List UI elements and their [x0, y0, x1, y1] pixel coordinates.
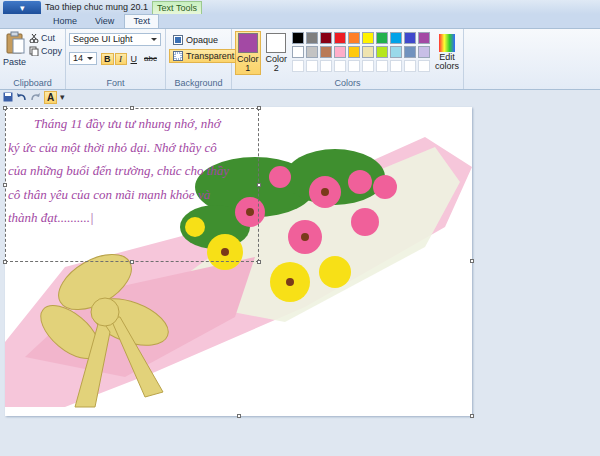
- text-box-handle[interactable]: [257, 260, 261, 264]
- palette-color[interactable]: [334, 46, 346, 58]
- text-box-handle[interactable]: [257, 106, 261, 110]
- empty-color-slot[interactable]: [306, 60, 318, 72]
- palette-color[interactable]: [334, 32, 346, 44]
- redo-icon: [30, 92, 41, 102]
- colors-group: Color 1Color 2 Edit colors Colors: [232, 29, 464, 89]
- palette-color[interactable]: [348, 46, 360, 58]
- cut-button[interactable]: Cut: [29, 33, 62, 43]
- dropdown-arrow-icon: [151, 38, 157, 41]
- palette-color[interactable]: [320, 32, 332, 44]
- canvas-resize-handle[interactable]: [237, 414, 241, 418]
- palette-color[interactable]: [390, 32, 402, 44]
- text-box-handle[interactable]: [3, 106, 7, 110]
- palette-color[interactable]: [362, 46, 374, 58]
- save-icon: [3, 92, 13, 102]
- clipboard-icon: [4, 31, 26, 55]
- text-line: của những buổi đến trường, chúc cho thầy: [8, 159, 256, 183]
- color-spectrum-icon: [438, 33, 456, 53]
- group-label: Background: [169, 78, 228, 89]
- font-style-button[interactable]: I: [115, 53, 127, 65]
- color-swatch: [266, 33, 286, 53]
- palette-color[interactable]: [306, 46, 318, 58]
- palette-color[interactable]: [404, 46, 416, 58]
- font-family-field[interactable]: Segoe UI Light: [69, 33, 161, 46]
- drawing-canvas[interactable]: Tháng 11 đầy ưu tư nhung nhớ, nhớký ức c…: [5, 107, 472, 416]
- empty-color-slot[interactable]: [362, 60, 374, 72]
- opaque-icon: [173, 35, 183, 45]
- font-style-button[interactable]: abc: [141, 53, 160, 65]
- text-line: ký ức của một thời nhỏ dại. Nhớ thầy cô: [8, 136, 256, 160]
- customize-button[interactable]: ▾: [60, 92, 65, 102]
- palette-color[interactable]: [292, 32, 304, 44]
- color-slot[interactable]: Color 1: [235, 31, 261, 75]
- app-menu-button[interactable]: ▾: [3, 1, 41, 14]
- color-slot[interactable]: Color 2: [264, 31, 290, 75]
- ribbon-tab[interactable]: Home: [45, 15, 85, 28]
- ribbon-tab[interactable]: Text: [124, 14, 159, 28]
- palette-color[interactable]: [306, 32, 318, 44]
- text-line: cô thân yêu của con mãi mạnh khỏe và: [8, 183, 256, 207]
- empty-color-slot[interactable]: [348, 60, 360, 72]
- empty-color-slot[interactable]: [404, 60, 416, 72]
- empty-color-slot[interactable]: [390, 60, 402, 72]
- palette-color[interactable]: [292, 46, 304, 58]
- text-box-handle[interactable]: [3, 260, 7, 264]
- text-tool-button[interactable]: A: [44, 91, 57, 104]
- empty-color-slot[interactable]: [292, 60, 304, 72]
- text-box-handle[interactable]: [130, 260, 134, 264]
- canvas-resize-handle[interactable]: [470, 259, 474, 263]
- background-group: OpaqueTransparentBackground: [166, 29, 232, 89]
- palette-color[interactable]: [376, 46, 388, 58]
- ribbon: PasteCut Copy Clipboard Segoe UI Light 14 BIU…: [0, 28, 600, 90]
- dropdown-arrow-icon: [87, 57, 93, 60]
- text-box-handle[interactable]: [257, 183, 261, 187]
- transparent-icon: [173, 51, 183, 61]
- quick-access-toolbar: A▾: [0, 90, 600, 104]
- undo-icon: [16, 92, 27, 102]
- palette-color[interactable]: [418, 46, 430, 58]
- copy-icon: [29, 46, 39, 56]
- palette-color[interactable]: [390, 46, 402, 58]
- background-option[interactable]: Opaque: [169, 33, 238, 47]
- background-option[interactable]: Transparent: [169, 49, 238, 63]
- title-bar: ▾ Tao thiep chuc mung 20.1 Text Tools: [0, 0, 600, 14]
- palette-color[interactable]: [362, 32, 374, 44]
- font-style-button[interactable]: B: [101, 53, 114, 65]
- empty-color-slot[interactable]: [334, 60, 346, 72]
- text-box-handle[interactable]: [130, 106, 134, 110]
- canvas-resize-handle[interactable]: [470, 414, 474, 418]
- font-style-button[interactable]: U: [128, 53, 141, 65]
- empty-color-slot[interactable]: [320, 60, 332, 72]
- scissors-icon: [29, 33, 39, 43]
- window-title: Tao thiep chuc mung 20.1: [45, 1, 148, 14]
- empty-color-slot[interactable]: [418, 60, 430, 72]
- ribbon-tabs: HomeViewText: [0, 14, 600, 28]
- font-group: Segoe UI Light 14 BIUabc Font: [66, 29, 166, 89]
- text-line: Tháng 11 đầy ưu tư nhung nhớ, nhớ: [8, 112, 256, 136]
- copy-button[interactable]: Copy: [29, 46, 62, 56]
- palette-color[interactable]: [348, 32, 360, 44]
- ribbon-tab[interactable]: View: [87, 15, 122, 28]
- palette-color[interactable]: [404, 32, 416, 44]
- palette-color[interactable]: [320, 46, 332, 58]
- group-label: Colors: [235, 78, 460, 89]
- edit-colors-button[interactable]: Edit colors: [433, 31, 461, 73]
- palette-color[interactable]: [376, 32, 388, 44]
- empty-color-slot[interactable]: [376, 60, 388, 72]
- contextual-tab-label: Text Tools: [152, 1, 202, 14]
- text-box[interactable]: Tháng 11 đầy ưu tư nhung nhớ, nhớký ức c…: [5, 108, 259, 262]
- color-swatch: [238, 33, 258, 53]
- text-box-handle[interactable]: [3, 183, 7, 187]
- paste-button[interactable]: Paste: [3, 31, 26, 67]
- text-line: thành đạt..........|: [8, 206, 256, 230]
- canvas-area: Tháng 11 đầy ưu tư nhung nhớ, nhớký ức c…: [0, 104, 600, 456]
- group-label: Font: [69, 78, 162, 89]
- palette-color[interactable]: [418, 32, 430, 44]
- clipboard-group: PasteCut Copy Clipboard: [0, 29, 66, 89]
- color-palette: [292, 31, 430, 72]
- group-label: Clipboard: [3, 78, 62, 89]
- font-size-field[interactable]: 14: [69, 52, 97, 65]
